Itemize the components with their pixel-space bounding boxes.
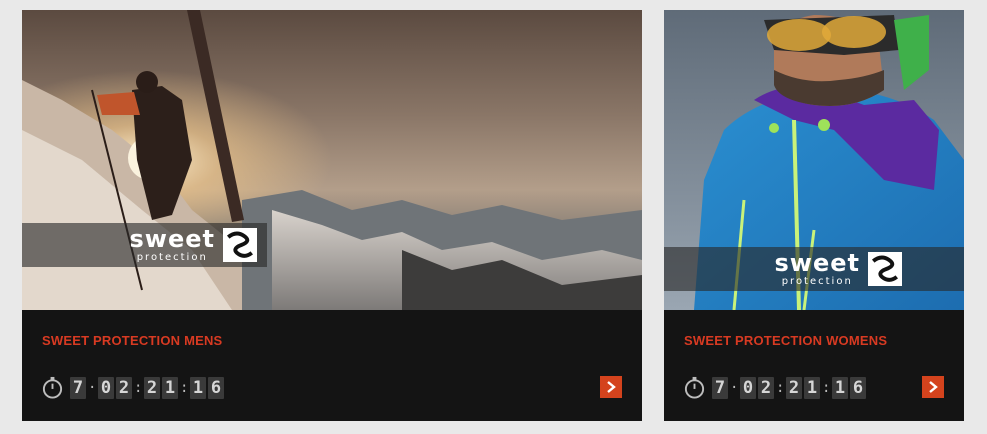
product-info: SWEET PROTECTION MENS 7 · 0 2 : 2 1 : 1 … [22, 310, 642, 421]
countdown-timer: 7 · 0 2 : 2 1 : 1 6 [41, 376, 226, 399]
countdown-minutes-ones: 1 [804, 376, 820, 399]
product-title[interactable]: SWEET PROTECTION MENS [42, 333, 222, 348]
chevron-right-icon [607, 381, 616, 393]
product-card-mens[interactable]: sweet protection SWEET PROTECTION MENS 7… [22, 10, 642, 421]
brand-mark-icon [223, 228, 257, 262]
product-title[interactable]: SWEET PROTECTION WOMENS [684, 333, 887, 348]
product-info: SWEET PROTECTION WOMENS 7 · 0 2 : 2 1 : … [664, 310, 964, 421]
countdown-separator: : [776, 379, 785, 396]
countdown-hours-ones: 2 [116, 376, 132, 399]
countdown-seconds-tens: 1 [832, 376, 848, 399]
brand-logo-text: sweet protection [130, 227, 215, 263]
stopwatch-icon [684, 376, 705, 399]
countdown-separator: : [134, 379, 143, 396]
countdown-hours-tens: 0 [740, 376, 756, 399]
brand-logo-sub: protection [136, 252, 208, 263]
view-product-button[interactable] [922, 376, 944, 398]
brand-logo-sub: protection [781, 276, 853, 287]
brand-logo-word: sweet [774, 249, 860, 277]
countdown-separator: : [822, 379, 831, 396]
product-image-womens[interactable]: sweet protection [664, 10, 964, 310]
product-image-mens[interactable]: sweet protection [22, 10, 642, 310]
countdown-separator: : [180, 379, 189, 396]
countdown-separator: · [88, 379, 97, 396]
countdown-days: 7 [70, 376, 86, 399]
brand-logo-band: sweet protection [22, 223, 267, 267]
countdown-hours-ones: 2 [758, 376, 774, 399]
countdown-minutes-tens: 2 [786, 376, 802, 399]
countdown-seconds-ones: 6 [850, 376, 866, 399]
countdown-days: 7 [712, 376, 728, 399]
product-card-womens[interactable]: sweet protection SWEET PROTECTION WOMENS… [664, 10, 964, 421]
brand-logo-band: sweet protection [664, 247, 964, 291]
countdown-minutes-ones: 1 [162, 376, 178, 399]
brand-logo-word: sweet [129, 225, 215, 253]
countdown-seconds-ones: 6 [208, 376, 224, 399]
countdown-seconds-tens: 1 [190, 376, 206, 399]
brand-logo-text: sweet protection [775, 251, 860, 287]
countdown-separator: · [730, 379, 739, 396]
chevron-right-icon [929, 381, 938, 393]
countdown-timer: 7 · 0 2 : 2 1 : 1 6 [683, 376, 868, 399]
stopwatch-icon [42, 376, 63, 399]
brand-mark-icon [868, 252, 902, 286]
countdown-hours-tens: 0 [98, 376, 114, 399]
view-product-button[interactable] [600, 376, 622, 398]
countdown-minutes-tens: 2 [144, 376, 160, 399]
